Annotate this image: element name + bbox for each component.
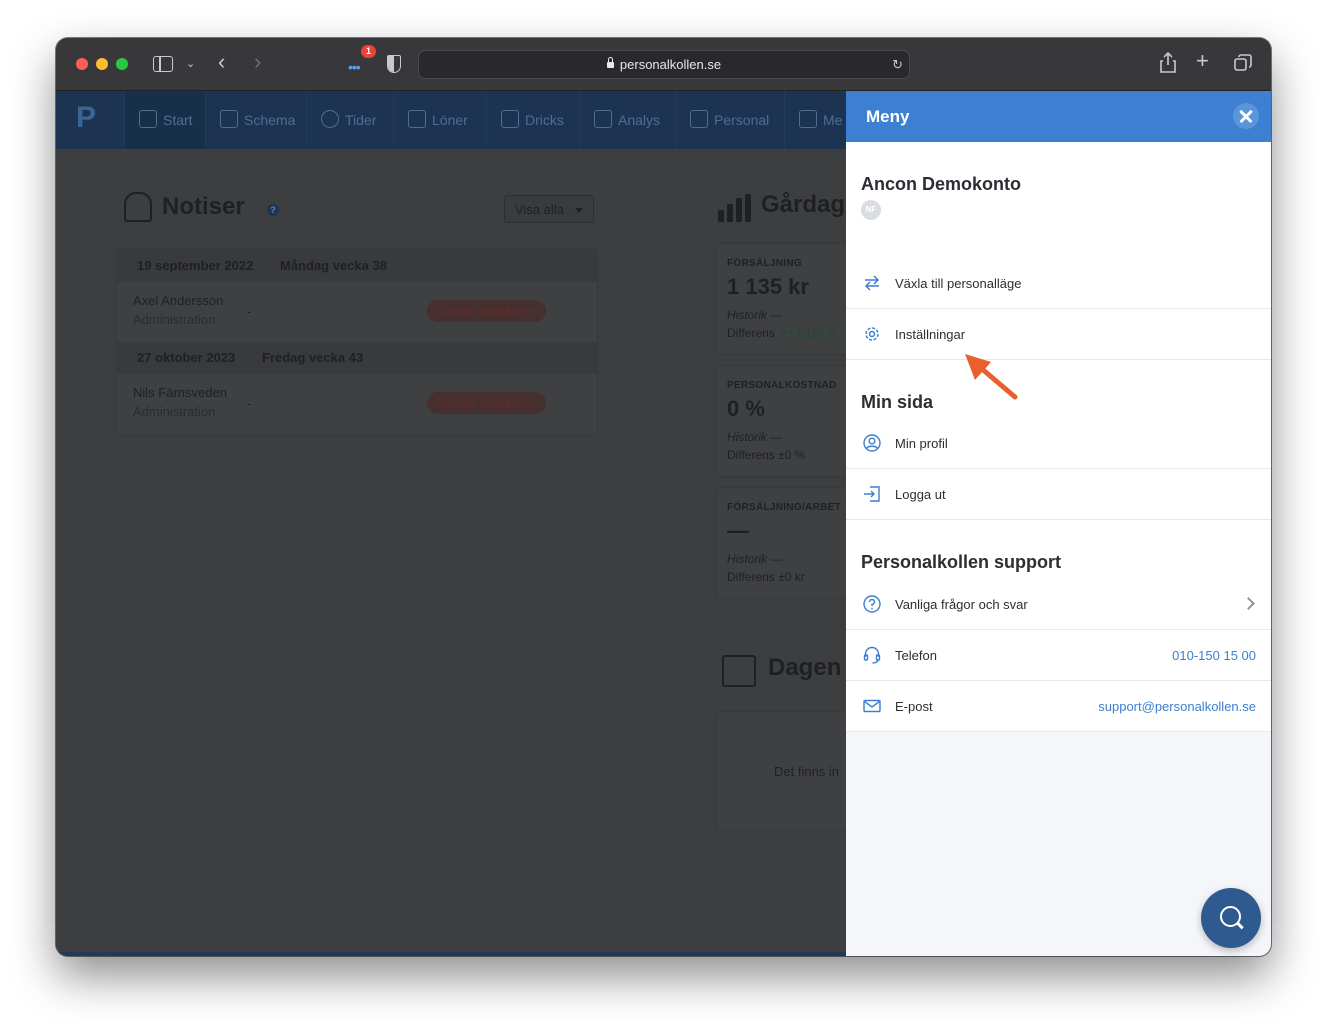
gardagen-title: Gårdag — [761, 191, 846, 218]
tab-overview-icon[interactable] — [1234, 54, 1252, 72]
envelope-icon — [799, 110, 817, 128]
menu-item-installningar[interactable]: Inställningar — [846, 309, 1271, 360]
nav-personal[interactable]: Personal — [675, 91, 784, 149]
nav-tider[interactable]: Tider — [306, 91, 393, 149]
status-badge: Saknar bankkonto — [427, 392, 546, 414]
support-section: Personalkollen support Vanliga frågor oc… — [846, 520, 1271, 732]
chart-icon — [594, 110, 612, 128]
chevron-right-icon — [1242, 597, 1255, 610]
stat-card-forsaljning-arbetstimme: FÖRSÄLJNING/ARBET — Historik — Differens… — [716, 487, 858, 599]
nav-meddelanden[interactable]: Me — [784, 91, 847, 149]
privacy-shield-icon[interactable] — [387, 55, 401, 73]
search-help-button[interactable] — [1201, 888, 1261, 948]
notiser-group-header: 27 oktober 2023 Fredag vecka 43 — [117, 342, 597, 374]
notiser-card: 19 september 2022 Måndag vecka 38 Axel A… — [116, 249, 598, 436]
question-icon — [863, 595, 881, 613]
account-name: Ancon Demokonto — [861, 174, 1021, 194]
min-sida-section: Min sida Min profil Logga ut — [846, 360, 1271, 520]
menu-item-telefon[interactable]: Telefon 010-150 15 00 — [846, 630, 1271, 681]
url-text: personalkollen.se — [619, 57, 722, 72]
dagen-card: Det finns in — [716, 711, 858, 831]
side-menu: Meny Ancon Demokonto NF Växla till perso… — [846, 91, 1271, 956]
help-icon[interactable]: ? — [267, 204, 279, 216]
chevron-down-icon[interactable]: ⌄ — [186, 55, 195, 73]
email-link[interactable]: support@personalkollen.se — [1098, 699, 1256, 714]
dagen-title: Dagen — [768, 654, 842, 681]
gear-icon — [865, 327, 879, 341]
close-menu-button[interactable] — [1233, 103, 1259, 129]
menu-item-min-profil[interactable]: Min profil — [846, 418, 1271, 469]
menu-item-logga-ut[interactable]: Logga ut — [846, 469, 1271, 520]
status-badge: Saknar bankkonto — [427, 300, 546, 322]
document-icon — [408, 110, 426, 128]
app-navbar: P Start Schema Tider Löner Dricks Analys… — [56, 91, 846, 149]
extension-icon[interactable]: ••• — [348, 59, 361, 75]
nav-schema[interactable]: Schema — [205, 91, 306, 149]
app-logo[interactable]: P — [76, 101, 96, 135]
menu-item-faq[interactable]: Vanliga frågor och svar — [846, 579, 1271, 630]
headset-icon — [863, 646, 881, 664]
share-icon[interactable] — [1160, 52, 1176, 74]
nav-dricks[interactable]: Dricks — [486, 91, 579, 149]
annotation-arrow-icon — [965, 354, 1018, 400]
clock-icon — [321, 110, 339, 128]
zoom-window-button[interactable] — [116, 58, 128, 70]
bar-chart-icon — [718, 194, 751, 222]
swap-icon — [864, 275, 880, 291]
nav-start[interactable]: Start — [124, 91, 205, 149]
lock-icon — [606, 57, 614, 68]
caret-down-icon — [575, 208, 583, 213]
mail-icon — [863, 699, 881, 713]
person-icon — [690, 110, 708, 128]
stat-card-personalkostnad: PERSONALKOSTNAD 0 % Historik — Differens… — [716, 365, 858, 477]
notiser-filter-select[interactable]: Visa alla — [504, 195, 594, 223]
dashboard: Notiser ? Visa alla 19 september 2022 Må… — [56, 149, 858, 956]
reload-icon[interactable]: ↻ — [892, 57, 903, 73]
extension-badge: 1 — [361, 45, 376, 58]
notiser-row[interactable]: Axel Andersson Administration - Saknar b… — [117, 282, 597, 342]
phone-link[interactable]: 010-150 15 00 — [1172, 648, 1256, 663]
user-icon — [863, 434, 881, 452]
browser-window: ⌄ ‹ › ••• 1 personalkollen.se ↻ + P Star… — [56, 38, 1271, 956]
menu-header: Meny — [846, 91, 1271, 142]
browser-toolbar: ⌄ ‹ › ••• 1 personalkollen.se ↻ + — [56, 38, 1271, 91]
account-section: Ancon Demokonto NF Växla till personallä… — [846, 142, 1271, 360]
notiser-row[interactable]: Nils Färnsveden Administration - Saknar … — [117, 374, 597, 434]
notiser-title: Notiser — [162, 193, 245, 220]
notiser-group-header: 19 september 2022 Måndag vecka 38 — [117, 250, 597, 282]
nav-analys[interactable]: Analys — [579, 91, 675, 149]
back-icon[interactable]: ‹ — [218, 51, 225, 73]
support-heading: Personalkollen support — [861, 552, 1062, 572]
home-icon — [139, 110, 157, 128]
menu-title: Meny — [866, 107, 910, 126]
nav-loner[interactable]: Löner — [393, 91, 486, 149]
tip-icon — [501, 110, 519, 128]
stat-card-forsaljning: FÖRSÄLJNING 1 135 kr Historik — Differen… — [716, 243, 858, 355]
minimize-window-button[interactable] — [96, 58, 108, 70]
bottom-bar — [56, 952, 846, 956]
calendar-icon — [220, 110, 238, 128]
menu-item-vaxla[interactable]: Växla till personalläge — [846, 258, 1271, 309]
forward-icon[interactable]: › — [254, 51, 261, 73]
calendar-icon — [722, 655, 756, 687]
menu-item-epost[interactable]: E-post support@personalkollen.se — [846, 681, 1271, 732]
new-tab-icon[interactable]: + — [1196, 50, 1209, 72]
avatar[interactable]: NF — [861, 200, 881, 220]
sidebar-toggle-icon[interactable] — [153, 56, 173, 72]
address-bar[interactable]: personalkollen.se ↻ — [418, 50, 910, 79]
bell-icon — [124, 192, 152, 222]
logout-icon — [864, 486, 880, 502]
close-window-button[interactable] — [76, 58, 88, 70]
